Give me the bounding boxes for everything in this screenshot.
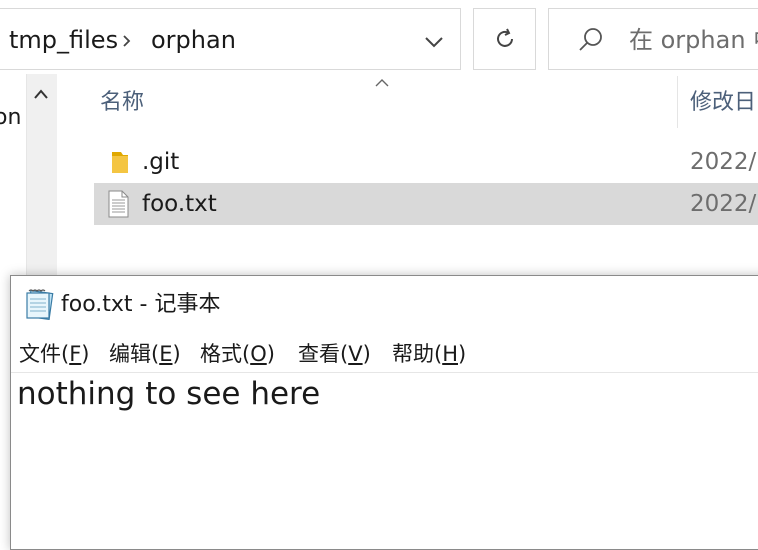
search-icon	[579, 28, 602, 51]
menu-label: 编辑(	[109, 342, 160, 366]
search-input[interactable]: 在 orphan 中	[548, 8, 758, 70]
menu-format[interactable]: 格式(O)	[198, 340, 277, 368]
nav-pane-item[interactable]: on	[0, 104, 21, 132]
text-editor-area[interactable]: nothing to see here	[17, 374, 320, 414]
menu-view[interactable]: 查看(V)	[296, 340, 373, 368]
menu-close: )	[172, 342, 181, 366]
menu-help[interactable]: 帮助(H)	[390, 340, 468, 368]
menu-accel: F	[69, 342, 82, 366]
menu-edit[interactable]: 编辑(E)	[107, 340, 183, 368]
file-date: 2022/1	[690, 149, 758, 175]
menu-close: )	[458, 342, 467, 366]
file-name: .git	[142, 149, 180, 175]
menu-label: 格式(	[200, 342, 251, 366]
folder-icon	[112, 152, 128, 173]
menu-accel: E	[159, 342, 173, 366]
nav-scrollbar[interactable]	[26, 74, 57, 284]
column-header-modified[interactable]: 修改日	[690, 88, 756, 118]
menu-close: )	[266, 342, 275, 366]
file-row-foo-txt[interactable]: foo.txt 2022/1	[94, 183, 758, 225]
menu-label: 帮助(	[392, 342, 443, 366]
column-header-name[interactable]: 名称	[100, 88, 144, 118]
menu-label: 查看(	[298, 342, 349, 366]
sort-ascending-icon	[375, 79, 389, 87]
text-file-icon	[108, 190, 129, 218]
menu-accel: O	[250, 342, 267, 366]
file-date: 2022/1	[690, 191, 758, 217]
breadcrumb-orphan[interactable]: orphan	[151, 25, 236, 55]
menu-close: )	[362, 342, 371, 366]
refresh-button[interactable]	[473, 8, 536, 70]
menu-label: 文件(	[19, 342, 70, 366]
file-row-git[interactable]: .git 2022/1	[94, 141, 758, 183]
menu-close: )	[81, 342, 90, 366]
menu-accel: H	[442, 342, 458, 366]
refresh-icon	[497, 28, 513, 47]
window-title: foo.txt - 记事本	[61, 292, 221, 317]
chevron-down-icon[interactable]	[423, 35, 445, 49]
column-divider[interactable]	[677, 76, 678, 128]
chevron-right-icon[interactable]	[121, 35, 133, 47]
menu-file[interactable]: 文件(F)	[17, 340, 92, 368]
notepad-window[interactable]: foo.txt - 记事本 文件(F) 编辑(E) 格式(O) 查看(V) 帮助…	[10, 275, 758, 550]
search-placeholder: 在 orphan 中	[629, 26, 758, 54]
menu-accel: V	[348, 342, 363, 366]
notepad-icon	[26, 289, 54, 320]
address-bar[interactable]: tmp_files orphan	[0, 8, 461, 70]
menu-bar: 文件(F) 编辑(E) 格式(O) 查看(V) 帮助(H)	[11, 338, 758, 373]
file-name: foo.txt	[142, 191, 217, 217]
breadcrumb-tmp-files[interactable]: tmp_files	[9, 25, 118, 55]
scroll-up-icon[interactable]	[33, 88, 49, 100]
